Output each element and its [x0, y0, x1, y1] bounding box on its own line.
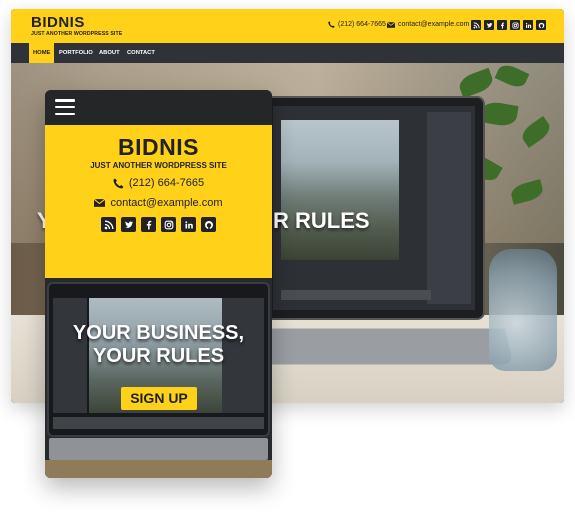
- screen-photo: [281, 120, 399, 260]
- phone-icon: [328, 21, 335, 28]
- header-phone[interactable]: (212) 664-7665: [328, 21, 386, 28]
- site-header: BIDNIS JUST ANOTHER WORDPRESS SITE (212)…: [11, 9, 564, 43]
- hamburger-menu-icon[interactable]: [55, 99, 75, 115]
- header-email-text: contact@example.com: [398, 21, 470, 28]
- mobile-tagline: JUST ANOTHER WORDPRESS SITE: [90, 161, 227, 170]
- hero-title-fragment-right: R RULES: [273, 208, 370, 233]
- github-icon[interactable]: [201, 217, 216, 232]
- twitter-icon[interactable]: [484, 20, 494, 30]
- nav-item-contact[interactable]: CONTACT: [123, 43, 159, 63]
- linkedin-icon[interactable]: [181, 217, 196, 232]
- site-tagline: JUST ANOTHER WORDPRESS SITE: [31, 31, 123, 37]
- showcase: BIDNIS JUST ANOTHER WORDPRESS SITE (212)…: [0, 0, 575, 515]
- sign-up-button[interactable]: SIGN UP: [121, 387, 197, 410]
- twitter-icon[interactable]: [121, 217, 136, 232]
- mobile-header: BIDNIS JUST ANOTHER WORDPRESS SITE (212)…: [45, 125, 272, 278]
- rss-icon[interactable]: [471, 20, 481, 30]
- glass-jar: [489, 249, 557, 371]
- nav-item-portfolio[interactable]: PORTFOLIO: [55, 43, 97, 63]
- site-brand[interactable]: BIDNIS: [31, 14, 85, 31]
- instagram-icon[interactable]: [510, 20, 520, 30]
- mobile-phone-text: (212) 664-7665: [128, 177, 205, 189]
- linkedin-icon[interactable]: [523, 20, 533, 30]
- header-phone-text: (212) 664-7665: [338, 21, 386, 28]
- mobile-hero-keyboard: [49, 438, 268, 460]
- mobile-social-links: [45, 217, 272, 232]
- mobile-brand[interactable]: BIDNIS: [45, 134, 272, 161]
- rss-icon[interactable]: [101, 217, 116, 232]
- mobile-email-text: contact@example.com: [110, 197, 223, 209]
- nav-item-about[interactable]: ABOUT: [95, 43, 124, 63]
- mobile-topbar: [45, 90, 272, 125]
- laptop-keyboard: [246, 328, 514, 365]
- hero-title-line1: YOUR BUSINESS,: [72, 322, 245, 344]
- mobile-hero: YOUR BUSINESS, YOUR RULES SIGN UP: [45, 278, 272, 478]
- screen-side-panel: [427, 112, 471, 304]
- header-email[interactable]: contact@example.com: [387, 21, 469, 28]
- instagram-icon[interactable]: [161, 217, 176, 232]
- main-nav: HOME PORTFOLIO ABOUT CONTACT: [11, 43, 564, 63]
- mobile-hero-desk: [45, 460, 272, 478]
- facebook-icon[interactable]: [141, 217, 156, 232]
- header-social-links: [471, 20, 546, 30]
- nav-item-home[interactable]: HOME: [29, 43, 55, 63]
- facebook-icon[interactable]: [497, 20, 507, 30]
- envelope-icon: [94, 199, 106, 207]
- mobile-preview: BIDNIS JUST ANOTHER WORDPRESS SITE (212)…: [45, 90, 272, 478]
- envelope-icon: [387, 21, 395, 28]
- phone-icon: [113, 178, 124, 189]
- github-icon[interactable]: [536, 20, 546, 30]
- screen-filmstrip: [281, 290, 431, 300]
- mobile-email[interactable]: contact@example.com: [45, 197, 272, 209]
- screen-filmstrip: [53, 417, 264, 429]
- hero-title-line2: YOUR RULES: [92, 345, 225, 367]
- mobile-phone[interactable]: (212) 664-7665: [45, 177, 272, 189]
